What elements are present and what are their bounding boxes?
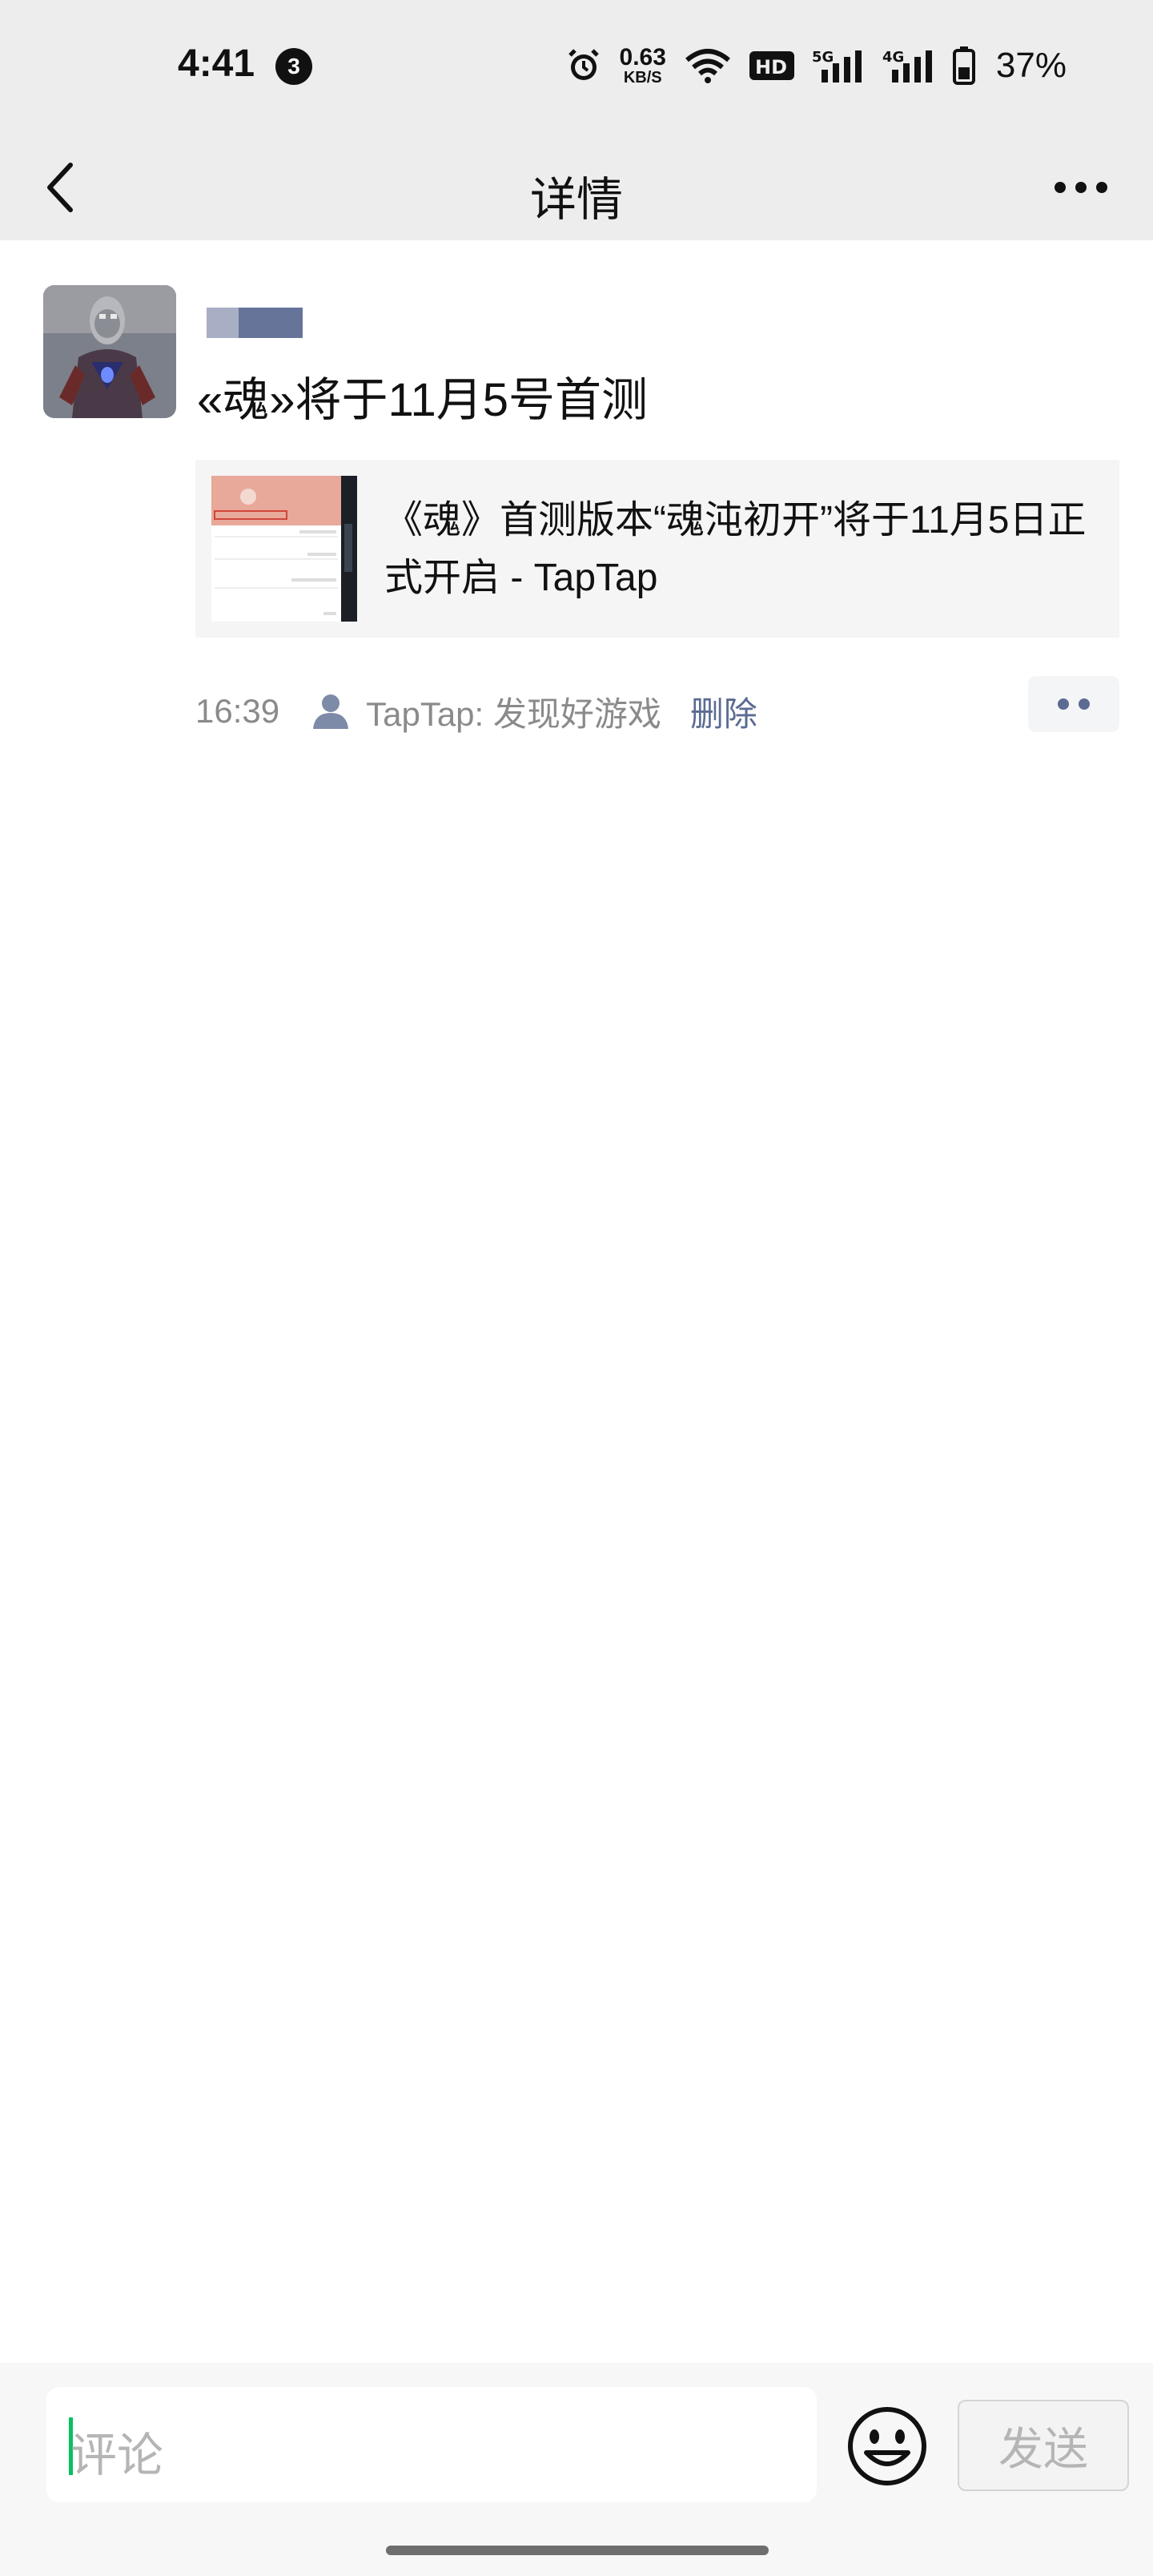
smiley-icon	[848, 2407, 926, 2485]
more-options-button[interactable]	[1041, 155, 1121, 219]
link-thumbnail	[211, 476, 357, 622]
signal-1-label: 5G	[812, 49, 834, 66]
net-speed-value: 0.63	[619, 44, 666, 70]
comment-like-button[interactable]	[1028, 676, 1119, 732]
wifi-icon	[685, 49, 730, 83]
username-redacted[interactable]	[207, 308, 303, 338]
net-speed-unit: KB/S	[623, 69, 662, 87]
delete-link[interactable]: 删除	[690, 687, 757, 736]
signal-2-label: 4G	[882, 49, 904, 66]
battery-percent: 37%	[995, 46, 1067, 85]
signal-5g-icon: 5G	[812, 49, 862, 83]
post-time: 16:39	[195, 692, 280, 730]
comment-placeholder: 评论	[70, 2429, 164, 2481]
net-speed: 0.63 KB/S	[619, 44, 666, 87]
alarm-icon	[568, 49, 599, 80]
status-bar: 4:41 3 0.63 KB/S HD 5G 4G 37%	[0, 0, 1153, 133]
emoji-button[interactable]	[846, 2405, 929, 2488]
avatar-image	[43, 285, 176, 418]
post-source[interactable]: TapTap: 发现好游戏	[366, 687, 661, 736]
post-meta: 16:39 TapTap: 发现好游戏 删除	[195, 676, 1119, 736]
post-text: «魂»将于11月5号首测	[197, 374, 648, 426]
status-icons: 0.63 KB/S HD 5G 4G 37%	[565, 42, 1067, 90]
send-button[interactable]: 发送	[958, 2400, 1129, 2491]
hd-icon: HD	[749, 51, 794, 80]
link-card[interactable]: 《魂》首测版本“魂沌初开”将于11月5日正式开启 - TapTap	[195, 460, 1119, 638]
nav-bar: 详情	[0, 133, 1153, 240]
signal-4g-icon: 4G	[882, 49, 932, 83]
page-title: 详情	[529, 174, 623, 226]
comment-bar: 评论 发送	[0, 2363, 1153, 2576]
battery-icon	[952, 46, 975, 85]
notification-badge: 3	[275, 48, 312, 85]
more-dots-icon	[1055, 182, 1066, 193]
dots-icon	[1058, 698, 1069, 710]
comment-input[interactable]: 评论	[46, 2387, 817, 2502]
link-title: 《魂》首测版本“魂沌初开”将于11月5日正式开启 - TapTap	[384, 499, 1087, 599]
avatar[interactable]	[43, 285, 176, 418]
status-time: 4:41	[178, 42, 255, 85]
hd-label: HD	[755, 56, 787, 78]
home-indicator[interactable]	[386, 2546, 769, 2555]
person-icon	[313, 694, 349, 729]
